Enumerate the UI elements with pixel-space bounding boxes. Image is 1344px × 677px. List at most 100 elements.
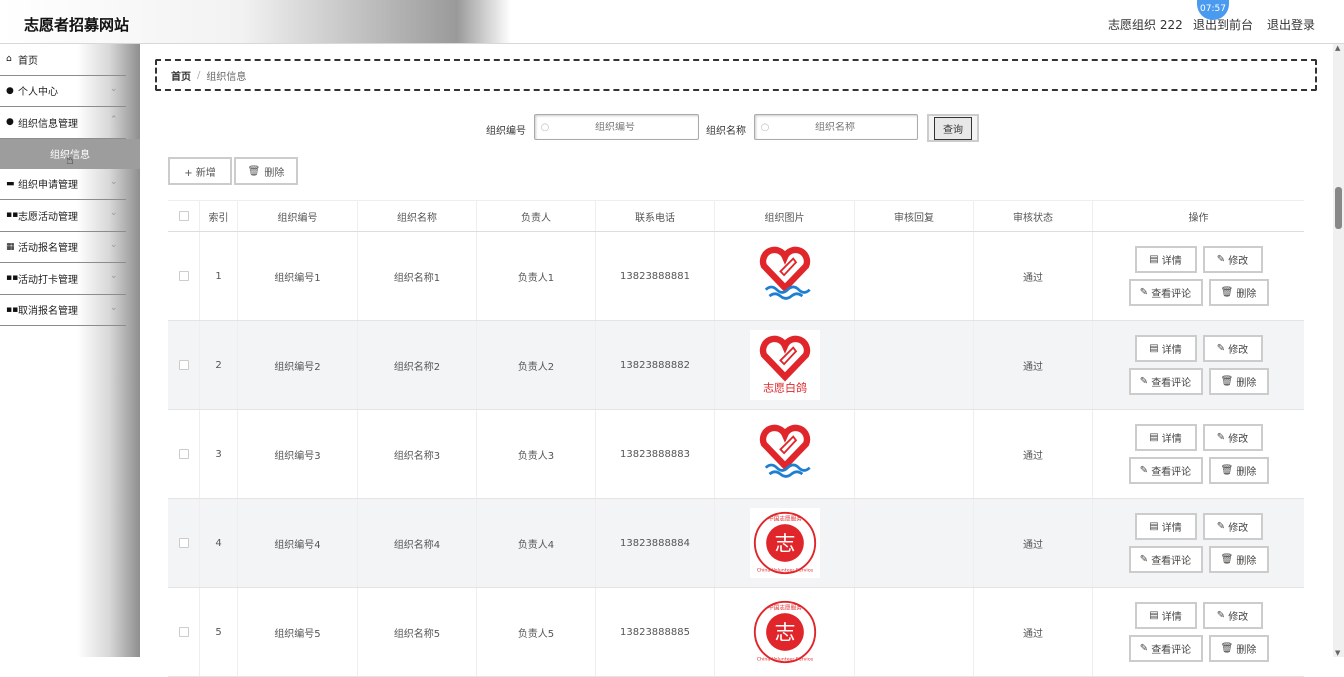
- cell-actions: ▤ 详情 ✎ 修改 ✎ 查看评论 🗑 删除: [1093, 232, 1304, 320]
- scrollbar-thumb[interactable]: [1335, 187, 1342, 229]
- table-icon: ▦: [6, 241, 15, 252]
- row-delete-button[interactable]: 🗑 删除: [1208, 279, 1269, 306]
- view-comments-button[interactable]: ✎ 查看评论: [1128, 368, 1203, 395]
- search-button-label: 查询: [934, 116, 972, 140]
- header-checkbox-cell: [168, 201, 200, 231]
- sidebar-item-checkin[interactable]: ▪▪ 活动打卡管理 ⌄: [0, 263, 126, 295]
- row-delete-button[interactable]: 🗑 删除: [1208, 457, 1269, 484]
- sidebar-item-label: 取消报名管理: [18, 306, 78, 318]
- pencil-icon: ✎: [1139, 554, 1149, 565]
- vertical-scrollbar[interactable]: ▲ ▼: [1333, 44, 1344, 657]
- view-comments-button[interactable]: ✎ 查看评论: [1128, 457, 1203, 484]
- col-header: 组织编号: [238, 201, 358, 231]
- sidebar-item-home[interactable]: ⌂ 首页: [0, 44, 126, 76]
- col-header: 组织名称: [358, 201, 477, 231]
- trash-icon: 🗑: [1220, 287, 1234, 298]
- search-name-input[interactable]: [775, 121, 895, 133]
- cell-name: 组织名称3: [358, 410, 477, 498]
- detail-button[interactable]: ▤ 详情: [1134, 424, 1197, 451]
- cell-status: 通过: [974, 410, 1093, 498]
- pencil-icon: ✎: [1216, 521, 1226, 532]
- detail-label: 详情: [1161, 523, 1182, 534]
- detail-label: 详情: [1161, 256, 1182, 267]
- edit-button[interactable]: ✎ 修改: [1202, 246, 1263, 273]
- cell-code: 组织编号5: [238, 588, 358, 676]
- scroll-down-icon[interactable]: ▼: [1335, 649, 1340, 657]
- grid-icon: ▪▪: [6, 304, 19, 315]
- row-checkbox[interactable]: [178, 627, 189, 637]
- cell-reply: [855, 410, 974, 498]
- sidebar-item-label: 活动打卡管理: [18, 274, 78, 286]
- edit-button[interactable]: ✎ 修改: [1202, 513, 1263, 540]
- cell-reply: [855, 232, 974, 320]
- cell-person: 负责人3: [477, 410, 596, 498]
- search-code-input[interactable]: [555, 121, 675, 133]
- org-logo-image[interactable]: 志愿白鸽: [749, 330, 820, 400]
- view-comments-button[interactable]: ✎ 查看评论: [1128, 546, 1203, 573]
- sidebar-item-personal[interactable]: ● 个人中心 ⌄: [0, 76, 126, 107]
- front-link[interactable]: 退出到前台: [1193, 16, 1253, 33]
- bulk-delete-button[interactable]: 🗑 删除: [234, 157, 298, 185]
- sidebar-subitem-org-info[interactable]: 组织信息 ☝: [0, 138, 140, 169]
- grid-icon: ▪▪: [6, 210, 19, 220]
- col-header: 审核状态: [974, 201, 1093, 231]
- logout-link[interactable]: 退出登录: [1267, 16, 1315, 33]
- sidebar-item-cancel[interactable]: ▪▪ 取消报名管理 ⌄: [0, 295, 126, 326]
- row-checkbox-cell: [168, 410, 200, 498]
- row-checkbox[interactable]: [178, 449, 189, 459]
- row-checkbox[interactable]: [178, 360, 189, 370]
- scroll-up-icon[interactable]: ▲: [1335, 44, 1340, 52]
- current-user: 志愿组织 222: [1108, 18, 1183, 32]
- sidebar-item-org-apply[interactable]: ▬ 组织申请管理 ⌄: [0, 169, 126, 200]
- col-header: 联系电话: [596, 201, 715, 231]
- sidebar-item-label: 组织信息管理: [18, 118, 78, 130]
- trash-icon: 🗑: [247, 165, 261, 177]
- cell-actions: ▤ 详情 ✎ 修改 ✎ 查看评论 🗑 删除: [1093, 499, 1304, 587]
- cell-phone: 13823888882: [596, 321, 715, 409]
- cell-image: [715, 410, 855, 498]
- row-delete-button[interactable]: 🗑 删除: [1208, 635, 1269, 662]
- view-comments-button[interactable]: ✎ 查看评论: [1128, 635, 1203, 662]
- sidebar-item-org-info[interactable]: ● 组织信息管理 ⌃: [0, 107, 126, 139]
- detail-button[interactable]: ▤ 详情: [1134, 513, 1197, 540]
- sidebar-item-signups[interactable]: ▦ 活动报名管理 ⌄: [0, 232, 126, 263]
- detail-button[interactable]: ▤ 详情: [1134, 602, 1197, 629]
- detail-button[interactable]: ▤ 详情: [1134, 246, 1197, 273]
- svg-text:China Volunteer Service: China Volunteer Service: [756, 567, 812, 573]
- pencil-icon: ✎: [1139, 643, 1149, 654]
- org-logo-image[interactable]: 志 中国志愿服务 China Volunteer Service: [749, 508, 820, 578]
- col-header: 负责人: [477, 201, 596, 231]
- col-header: 操作: [1188, 212, 1209, 224]
- row-delete-button[interactable]: 🗑 删除: [1208, 368, 1269, 395]
- org-logo-image[interactable]: [749, 419, 820, 489]
- sidebar-item-activities[interactable]: ▪▪ 志愿活动管理 ⌄: [0, 200, 126, 232]
- top-header: 志愿者招募网站 志愿组织 222 退出到前台 退出登录 07:57: [0, 0, 1344, 44]
- chat-icon: ▬: [6, 178, 15, 189]
- row-checkbox[interactable]: [178, 271, 189, 281]
- chevron-down-icon: ⌄: [110, 208, 118, 218]
- edit-button[interactable]: ✎ 修改: [1202, 424, 1263, 451]
- sidebar-item-label: 首页: [18, 55, 38, 67]
- breadcrumb-home[interactable]: 首页: [171, 68, 191, 83]
- search-label-code: 组织编号: [486, 126, 526, 137]
- svg-text:中国志愿服务: 中国志愿服务: [768, 603, 802, 611]
- view-comments-button[interactable]: ✎ 查看评论: [1128, 279, 1203, 306]
- delete-label: 删除: [1236, 378, 1257, 389]
- table-header: 索引 组织编号 组织名称 负责人 联系电话 组织图片 审核回复 审核状态 操作: [168, 200, 1304, 232]
- search-code-field[interactable]: ○: [534, 114, 699, 140]
- cell-person: 负责人1: [477, 232, 596, 320]
- row-checkbox[interactable]: [178, 538, 189, 548]
- table-row: 1 组织编号1 组织名称1 负责人1 13823888881 通过 ▤ 详情 ✎ 修…: [168, 232, 1304, 321]
- select-all-checkbox[interactable]: [178, 211, 189, 221]
- cell-name: 组织名称5: [358, 588, 477, 676]
- detail-button[interactable]: ▤ 详情: [1134, 335, 1197, 362]
- trash-icon: 🗑: [1220, 376, 1234, 387]
- row-checkbox-cell: [168, 499, 200, 587]
- add-button[interactable]: + 新增: [168, 157, 232, 185]
- search-name-field[interactable]: ○: [754, 114, 918, 140]
- row-delete-button[interactable]: 🗑 删除: [1208, 546, 1269, 573]
- search-button[interactable]: 查询: [927, 114, 979, 142]
- edit-button[interactable]: ✎ 修改: [1202, 335, 1263, 362]
- edit-button[interactable]: ✎ 修改: [1202, 602, 1263, 629]
- org-logo-image[interactable]: [749, 241, 820, 311]
